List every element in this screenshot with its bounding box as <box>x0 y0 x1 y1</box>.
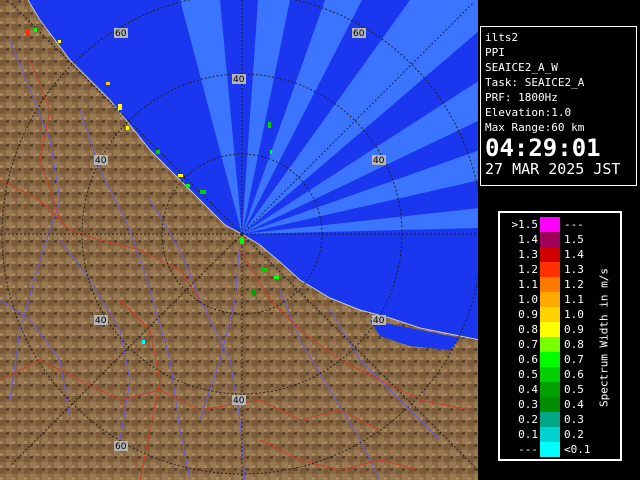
radar-ppi-display[interactable]: 60 60 40 40 40 40 40 40 60 <box>0 0 480 480</box>
legend-row-lower-label: 0.3 <box>518 398 538 411</box>
legend-color-swatch <box>540 367 560 382</box>
legend-row-lower-label: >1.5 <box>511 218 539 231</box>
legend-row-lower-label: 1.2 <box>518 263 538 276</box>
legend-color-swatch <box>540 442 560 457</box>
legend-row-lower-label: --- <box>518 443 538 456</box>
legend-row-upper-label: 1.3 <box>564 263 584 276</box>
legend-color-swatch <box>540 262 560 277</box>
legend-color-swatch <box>540 277 560 292</box>
radar-info-panel: ilts2 PPI SEAICE2_A_W Task: SEAICE2_A PR… <box>480 26 637 186</box>
svg-text:40: 40 <box>95 156 107 166</box>
legend-row-lower-label: 1.4 <box>518 233 538 246</box>
legend-row-lower-label: 1.0 <box>518 293 538 306</box>
svg-text:60: 60 <box>353 29 365 39</box>
svg-text:60: 60 <box>115 29 127 39</box>
legend-color-swatch <box>540 232 560 247</box>
legend-row-upper-label: 0.8 <box>564 338 584 351</box>
legend-row-lower-label: 0.5 <box>518 368 538 381</box>
legend-row-upper-label: 1.1 <box>564 293 584 306</box>
legend-row-lower-label: 1.3 <box>518 248 538 261</box>
svg-text:40: 40 <box>373 156 385 166</box>
scan-time: 04:29:01 <box>485 134 601 162</box>
legend-color-swatch <box>540 292 560 307</box>
legend-title: Spectrum Width in m/s <box>597 267 611 408</box>
legend-row-upper-label: --- <box>564 218 584 231</box>
legend-color-swatch <box>540 427 560 442</box>
legend-row-upper-label: 1.4 <box>564 248 584 261</box>
legend-color-swatch <box>540 382 560 397</box>
legend-row-upper-label: 1.0 <box>564 308 584 321</box>
task-name: Task: SEAICE2_A <box>485 76 585 89</box>
legend-color-swatch <box>540 337 560 352</box>
legend-color-swatch <box>540 307 560 322</box>
legend-row-lower-label: 0.4 <box>518 383 538 396</box>
legend-row-upper-label: 0.5 <box>564 383 584 396</box>
legend-row-upper-label: 0.7 <box>564 353 584 366</box>
legend-row-lower-label: 0.2 <box>518 413 538 426</box>
scan-mode: PPI <box>485 46 505 59</box>
legend-row-upper-label: 0.3 <box>564 413 584 426</box>
legend-color-swatch <box>540 322 560 337</box>
svg-text:60: 60 <box>115 442 127 452</box>
legend-row-lower-label: 0.7 <box>518 338 538 351</box>
legend-row-upper-label: 1.2 <box>564 278 584 291</box>
svg-text:40: 40 <box>373 316 385 326</box>
legend-row-lower-label: 1.1 <box>518 278 538 291</box>
svg-text:40: 40 <box>233 75 245 85</box>
legend-row-upper-label: 0.9 <box>564 323 584 336</box>
svg-text:40: 40 <box>233 396 245 406</box>
scan-date: 27 MAR 2025 JST <box>485 160 621 178</box>
legend-color-swatch <box>540 412 560 427</box>
legend-row-lower-label: 0.8 <box>518 323 538 336</box>
legend-color-swatch <box>540 352 560 367</box>
product-name: SEAICE2_A_W <box>485 61 558 74</box>
legend-row-upper-label: <0.1 <box>564 443 591 456</box>
legend-color-swatch <box>540 247 560 262</box>
legend-row-lower-label: 0.9 <box>518 308 538 321</box>
prf-value: PRF: 1800Hz <box>485 91 558 104</box>
color-legend: >1.5 --- 1.4 1.5 1.3 1.4 1.2 1.3 1.1 1.2 1.0 1.1 0.9… <box>497 210 623 462</box>
legend-row-upper-label: 0.2 <box>564 428 584 441</box>
legend-row-lower-label: 0.1 <box>518 428 538 441</box>
legend-color-swatch <box>540 217 560 232</box>
legend-row-lower-label: 0.6 <box>518 353 538 366</box>
station-name: ilts2 <box>485 31 519 44</box>
svg-text:40: 40 <box>95 316 107 326</box>
legend-color-swatch <box>540 397 560 412</box>
legend-row-upper-label: 0.6 <box>564 368 584 381</box>
legend-row-upper-label: 1.5 <box>564 233 584 246</box>
max-range-value: Max Range:60 km <box>485 121 585 134</box>
legend-row-upper-label: 0.4 <box>564 398 584 411</box>
elevation-value: Elevation:1.0 <box>485 106 572 119</box>
